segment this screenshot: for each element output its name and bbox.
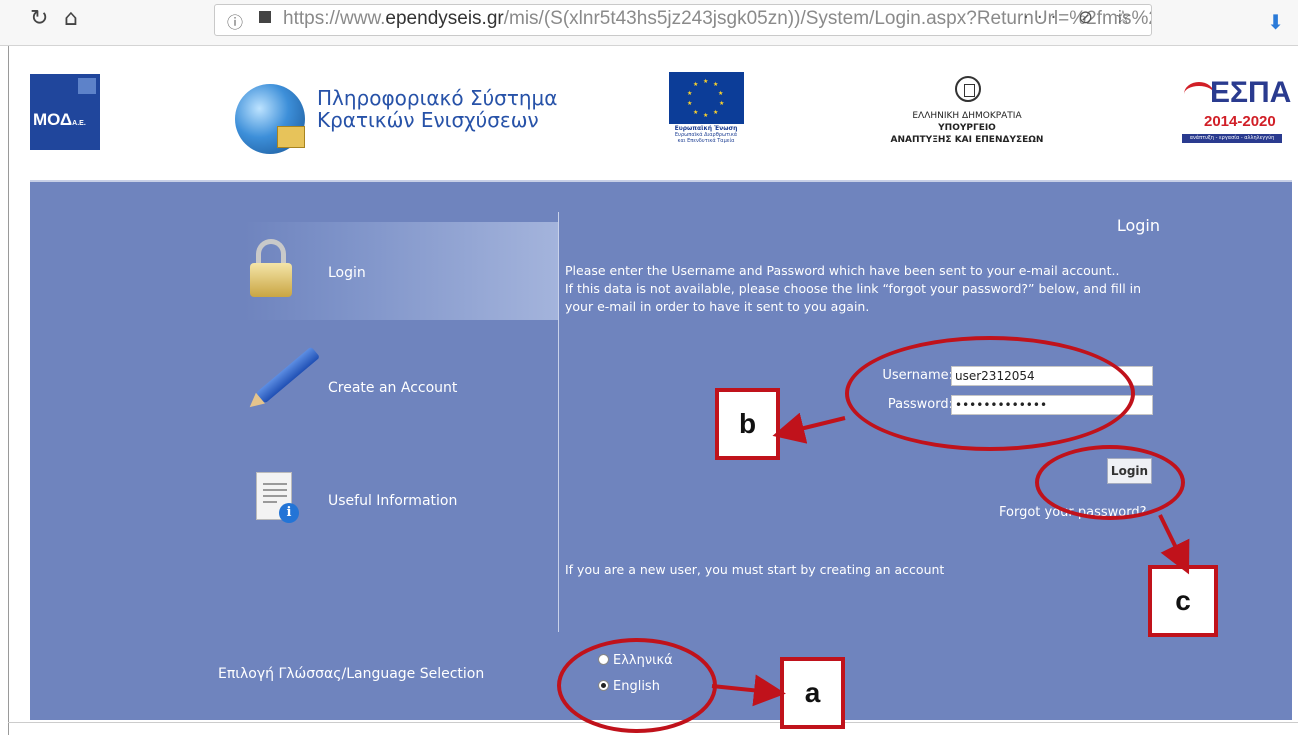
annotation-label-b: b xyxy=(715,388,780,460)
espa-logo: ΕΣΠΑ 2014-2020 ανάπτυξη - εργασία - αλλη… xyxy=(1182,76,1291,156)
pencil-icon[interactable] xyxy=(255,346,321,404)
screenshot-left-border xyxy=(8,0,9,735)
login-instructions: Please enter the Username and Password w… xyxy=(565,263,1142,314)
bookmark-star-icon[interactable]: ☆ xyxy=(1115,7,1139,28)
annotation-ellipse-language xyxy=(557,638,717,733)
sidebar-item-login[interactable]: Login xyxy=(328,265,366,281)
language-selection-label: Επιλογή Γλώσσας/Language Selection xyxy=(218,666,485,682)
page-icon xyxy=(259,11,271,23)
home-icon[interactable]: ⌂ xyxy=(64,6,78,31)
padlock-icon[interactable] xyxy=(250,239,292,297)
browser-toolbar: ↻ ⌂ ⓘ https://www.ependyseis.gr/mis/(S(x… xyxy=(0,0,1298,46)
sidebar-item-create-account[interactable]: Create an Account xyxy=(328,380,457,396)
eu-flag-icon: ★ ★ ★ ★ ★ ★ ★ ★ ★ ★ xyxy=(669,72,744,124)
annotation-ellipse-login-button xyxy=(1035,445,1185,520)
login-heading: Login xyxy=(1116,216,1160,235)
ministry-label: ΕΛΛΗΝΙΚΗ ΔΗΜΟΚΡΑΤΙΑ ΥΠΟΥΡΓΕΙΟ ΑΝΑΠΤΥΞΗΣ … xyxy=(890,111,1044,145)
url-actions[interactable]: ··· ⊘ ☆ xyxy=(1023,7,1139,28)
mod-logo: ΜΟΔΑ.Ε. xyxy=(30,74,100,150)
site-header: ΜΟΔΑ.Ε. Πληροφοριακό Σύστημα Κρατικών Εν… xyxy=(30,46,1292,176)
pocket-icon[interactable]: ⊘ xyxy=(1078,7,1101,28)
annotation-label-c: c xyxy=(1148,565,1218,637)
sidebar-item-useful-information[interactable]: Useful Information xyxy=(328,493,457,509)
panel-divider xyxy=(558,212,559,632)
url-text[interactable]: https://www.ependyseis.gr/mis/(S(xlnr5t4… xyxy=(283,8,1151,30)
document-info-icon[interactable]: i xyxy=(256,472,299,523)
annotation-ellipse-credentials xyxy=(845,336,1135,451)
eu-caption: Ευρωπαϊκή Ένωση Ευρωπαϊκά Διαρθρωτικά κα… xyxy=(674,125,738,145)
address-bar[interactable]: ⓘ https://www.ependyseis.gr/mis/(S(xlnr5… xyxy=(214,4,1152,36)
more-icon[interactable]: ··· xyxy=(1023,7,1064,28)
reload-icon[interactable]: ↻ xyxy=(30,6,48,31)
site-info-icon[interactable]: ⓘ xyxy=(227,9,243,33)
new-user-message: If you are a new user, you must start by… xyxy=(565,562,945,577)
greek-emblem-icon xyxy=(955,76,981,102)
download-icon[interactable]: ⬇ xyxy=(1267,10,1284,34)
annotation-label-a: a xyxy=(780,657,845,729)
globe-logo-icon xyxy=(235,84,305,154)
system-title: Πληροφοριακό Σύστημα Κρατικών Ενισχύσεων xyxy=(317,86,558,132)
